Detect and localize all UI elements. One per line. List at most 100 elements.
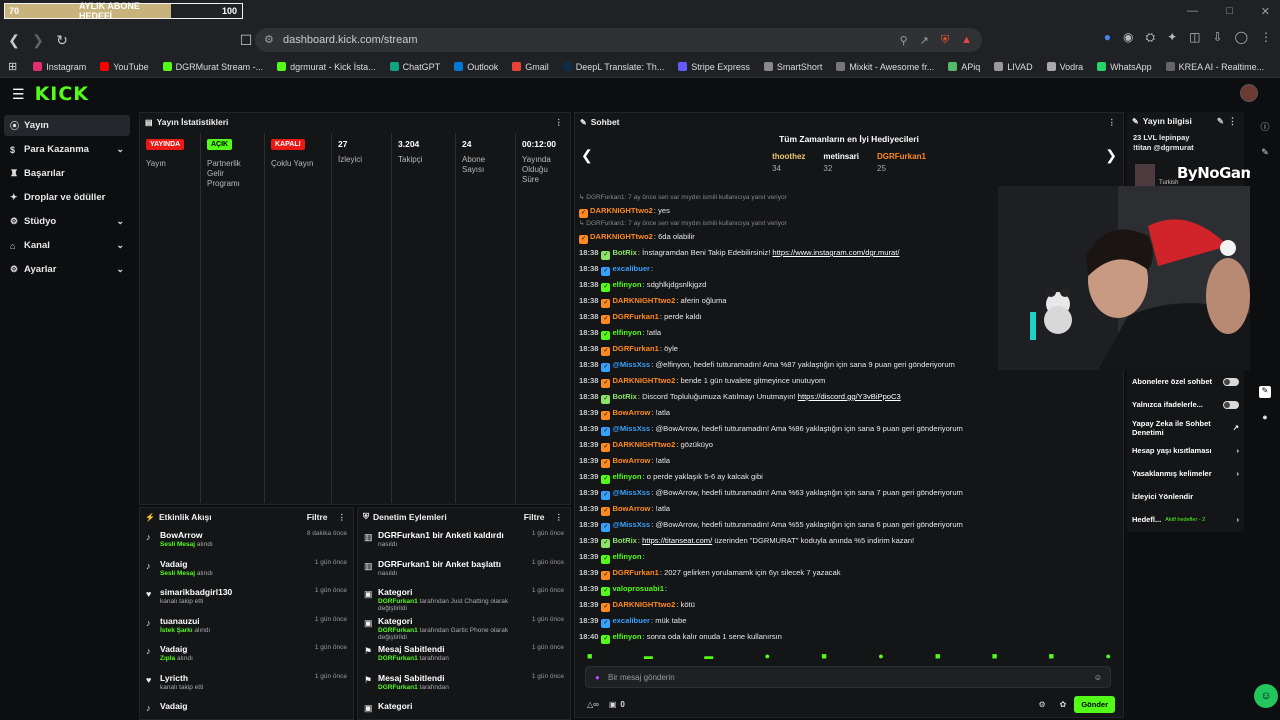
chat-message[interactable]: 18:39 ✓ BotRix: https://titanseat.com/ üze… xyxy=(579,533,1115,549)
points-icon[interactable]: △∞ xyxy=(587,700,599,709)
gifter-item[interactable]: metinsari 32 xyxy=(823,152,859,173)
url-field[interactable]: ⚙ dashboard.kick.com/stream ⚲ ↗ ⛨ ▲ xyxy=(255,28,982,52)
bookmark-item[interactable]: Gmail xyxy=(512,62,549,72)
bookmark-item[interactable]: APiq xyxy=(948,62,980,72)
message-username[interactable]: @MissXss xyxy=(612,520,650,529)
activity-filter-button[interactable]: Filtre xyxy=(307,512,328,522)
message-username[interactable]: BowArrow xyxy=(612,408,650,417)
chat-message[interactable]: 18:38 ✓ BotRix: Discord Topluluğumuza Katı… xyxy=(579,389,1115,405)
message-username[interactable]: DGRFurkan1 xyxy=(612,568,658,577)
chat-setting-row[interactable]: Abonelere özel sohbet xyxy=(1127,370,1244,393)
moderation-row[interactable]: ▣ Kategori DGRFurkan1 tarafından Just Chat… xyxy=(358,583,570,612)
message-username[interactable]: BowArrow xyxy=(612,456,650,465)
downloads-icon[interactable]: ⇩ xyxy=(1213,30,1223,45)
bookmark-item[interactable]: Instagram xyxy=(33,62,86,72)
message-username[interactable]: DARKNIGHTtwo2 xyxy=(612,376,675,385)
chat-message[interactable]: 18:39 ✓ DGRFurkan1: 2027 gelirken yorulama… xyxy=(579,565,1115,581)
chevron-down-icon[interactable]: ⌄ xyxy=(116,216,124,227)
activity-row[interactable]: ♪ Vadaig xyxy=(140,697,353,719)
chat-message[interactable]: 18:39 ✓ DARKNIGHTtwo2: kötü xyxy=(579,597,1115,613)
message-link[interactable]: https://titanseat.com/ xyxy=(642,536,712,545)
chat-message[interactable]: 18:39 ✓ BowArrow: !atla xyxy=(579,453,1115,469)
profile-icon[interactable]: ◯ xyxy=(1235,30,1248,45)
vpn-icon[interactable]: ● xyxy=(1104,30,1111,45)
message-username[interactable]: elfinyon xyxy=(612,328,641,337)
chevron-right-icon[interactable]: › xyxy=(1237,446,1240,455)
send-button[interactable]: Gönder xyxy=(1074,695,1115,713)
close-icon[interactable]: ✕ xyxy=(1261,5,1270,18)
moderation-row[interactable]: ▥ DGRFurkan1 bir Anketi kaldırdı nasıldı 1 … xyxy=(358,526,570,555)
category-thumbnail[interactable] xyxy=(1135,164,1155,186)
bookmark-item[interactable]: DeepL Translate: Th... xyxy=(562,62,664,72)
sidebar-icon[interactable]: ◫ xyxy=(1189,30,1200,45)
bookmark-item[interactable]: ChatGPT xyxy=(389,62,440,72)
rewards-icon[interactable]: ▲ xyxy=(961,34,972,46)
toggle-switch[interactable] xyxy=(1223,400,1239,409)
kick-logo[interactable]: KICK xyxy=(35,83,89,105)
mic-icon[interactable]: ● xyxy=(595,673,600,682)
sidebar-item-4[interactable]: ⚙ Stüdyo ⌄ xyxy=(4,211,130,232)
help-chat-icon[interactable]: ☺ xyxy=(1254,684,1278,708)
message-username[interactable]: excalibuer xyxy=(612,616,650,625)
chat-message[interactable]: 18:39 ✓ valoprosuabi1: xyxy=(579,581,1115,597)
more-icon[interactable]: ⋮ xyxy=(555,117,564,128)
activity-row[interactable]: ♪ tuanauzui İstek Şarkı alındı 1 gün önce xyxy=(140,612,353,641)
message-username[interactable]: elfinyon xyxy=(612,472,641,481)
emote-icon[interactable]: ■ xyxy=(1049,651,1054,661)
moderation-row[interactable]: ⚑ Mesaj Sabitlendi DGRFurkan1 tarafından 1 … xyxy=(358,640,570,669)
chat-message[interactable]: 18:39 ✓ elfinyon: xyxy=(579,549,1115,565)
more-icon[interactable]: ⋮ xyxy=(555,512,564,523)
share-icon[interactable]: ↗ xyxy=(920,34,929,47)
chevron-down-icon[interactable]: ⌄ xyxy=(116,240,124,251)
chevron-right-icon[interactable]: › xyxy=(1237,469,1240,478)
chevron-down-icon[interactable]: ⌄ xyxy=(116,264,124,275)
moderation-row[interactable]: ▣ Kategori xyxy=(358,697,570,719)
bookmark-item[interactable]: dgrmurat - Kick İsta... xyxy=(277,62,376,72)
message-username[interactable]: elfinyon xyxy=(612,552,641,561)
sidebar-item-2[interactable]: ♜ Başarılar xyxy=(4,163,130,184)
message-link[interactable]: https://www.instagram.com/dgr.murat/ xyxy=(772,248,899,257)
chat-message[interactable]: 18:39 ✓ elfinyon: o perde yaklaşık 5-6 ay … xyxy=(579,469,1115,485)
chat-message[interactable]: 18:39 ✓ BowArrow: !atla xyxy=(579,405,1115,421)
message-username[interactable]: DGRFurkan1 xyxy=(612,312,658,321)
settings-icon[interactable]: ⚙ xyxy=(1038,700,1045,709)
message-username[interactable]: DGRFurkan1 xyxy=(612,344,658,353)
message-username[interactable]: DARKNIGHTtwo2 xyxy=(590,206,653,215)
pen-icon[interactable]: ✎ xyxy=(1250,147,1280,158)
chat-message[interactable]: 18:39 ✓ BowArrow: !atla xyxy=(579,501,1115,517)
external-link-icon[interactable]: ↗ xyxy=(1233,423,1239,432)
gifter-item[interactable]: DGRFurkan1 25 xyxy=(877,152,926,173)
chevron-down-icon[interactable]: ⌄ xyxy=(116,144,124,155)
message-username[interactable]: BotRix xyxy=(612,536,636,545)
minimize-icon[interactable]: — xyxy=(1187,5,1198,18)
message-username[interactable]: DARKNIGHTtwo2 xyxy=(612,296,675,305)
menu-icon[interactable]: ⋮ xyxy=(1260,30,1272,45)
bookmark-item[interactable]: SmartShort xyxy=(763,62,822,72)
gifter-item[interactable]: thoothez 34 xyxy=(772,152,805,173)
sidebar-item-1[interactable]: $ Para Kazanma ⌄ xyxy=(4,139,130,160)
emote-icon[interactable]: ▬ xyxy=(704,651,713,661)
chat-setting-row[interactable]: Yasaklanmış kelimeler › xyxy=(1127,462,1244,485)
message-username[interactable]: DARKNIGHTtwo2 xyxy=(612,600,675,609)
message-username[interactable]: DARKNIGHTtwo2 xyxy=(612,440,675,449)
site-info-icon[interactable]: ⚙ xyxy=(264,33,274,46)
sidebar-item-5[interactable]: ⌂ Kanal ⌄ xyxy=(4,235,130,256)
chat-message[interactable]: 18:39 ✓ @MissXss: @BowArrow, hedefi tuttur… xyxy=(579,421,1115,437)
moderation-row[interactable]: ⚑ Mesaj Sabitlendi DGRFurkan1 tarafından 1 … xyxy=(358,669,570,698)
message-username[interactable]: BotRix xyxy=(612,248,636,257)
emote-icon[interactable]: ● xyxy=(1105,651,1110,661)
emoji-icon[interactable]: ☺ xyxy=(1094,673,1102,682)
activity-row[interactable]: ♥ simarikbadgirl130 kanalı takip etti 1 gün… xyxy=(140,583,353,612)
sidebar-item-6[interactable]: ⚙ Ayarlar ⌄ xyxy=(4,259,130,280)
emote-icon[interactable]: ■ xyxy=(821,651,826,661)
bookmark-item[interactable]: Outlook xyxy=(454,62,498,72)
back-icon[interactable]: ❮ xyxy=(4,32,24,49)
forward-icon[interactable]: ❯ xyxy=(28,32,48,49)
message-username[interactable]: @MissXss xyxy=(612,488,650,497)
chat-message[interactable]: 18:38 ✓ DARKNIGHTtwo2: bende 1 gün tuvalet… xyxy=(579,373,1115,389)
toggle-switch[interactable] xyxy=(1223,377,1239,386)
brave-shield-icon[interactable]: ⛨ xyxy=(941,34,949,47)
reload-icon[interactable]: ↻ xyxy=(52,32,72,49)
chat-message[interactable]: 18:39 ✓ @MissXss: @BowArrow, hedefi tuttur… xyxy=(579,517,1115,533)
bookmark-icon[interactable]: ☐ xyxy=(236,32,256,49)
